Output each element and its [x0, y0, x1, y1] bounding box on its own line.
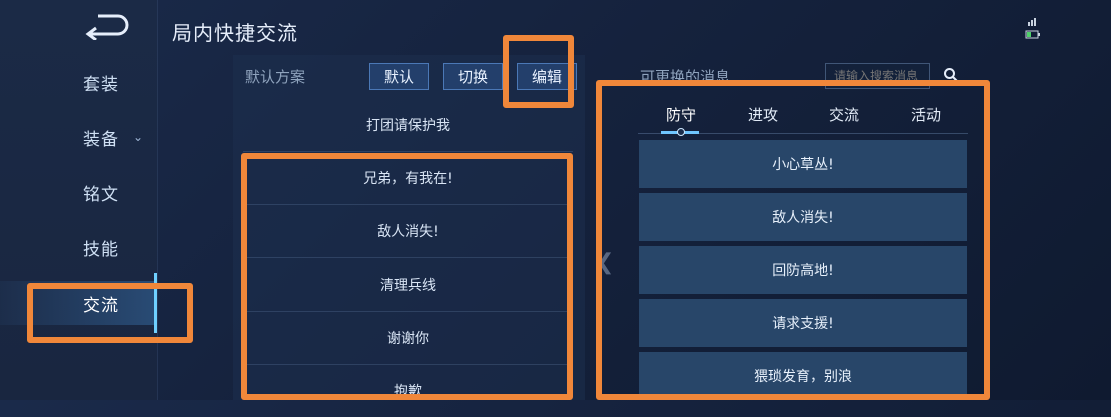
- switch-button[interactable]: 切换: [443, 63, 503, 90]
- highlight-sidebar-communication: [27, 283, 193, 343]
- sidebar-item-label: 套装: [83, 74, 119, 95]
- highlight-scheme-list: [241, 153, 573, 400]
- back-arrow-icon[interactable]: [80, 10, 132, 40]
- sidebar-item-label: 铭文: [83, 184, 119, 205]
- default-button[interactable]: 默认: [369, 63, 429, 90]
- sidebar-item-equipment[interactable]: 装备 ⌄: [0, 115, 157, 159]
- sidebar-item-inscription[interactable]: 铭文: [0, 170, 157, 214]
- scheme-label: 默认方案: [245, 68, 306, 86]
- signal-icon: [1028, 18, 1036, 26]
- sidebar-item-skills[interactable]: 技能: [0, 225, 157, 269]
- page-title: 局内快捷交流: [172, 21, 298, 45]
- highlight-replaceable-panel: [596, 80, 990, 400]
- battery-icon: [1025, 30, 1040, 39]
- sidebar-item-outfit[interactable]: 套装: [0, 60, 157, 104]
- chevron-down-icon: ⌄: [133, 130, 145, 144]
- status-icons: [1025, 18, 1040, 39]
- sidebar-item-label: 技能: [83, 239, 119, 260]
- sidebar-item-label: 装备: [83, 129, 119, 150]
- highlight-edit-button: [503, 35, 574, 108]
